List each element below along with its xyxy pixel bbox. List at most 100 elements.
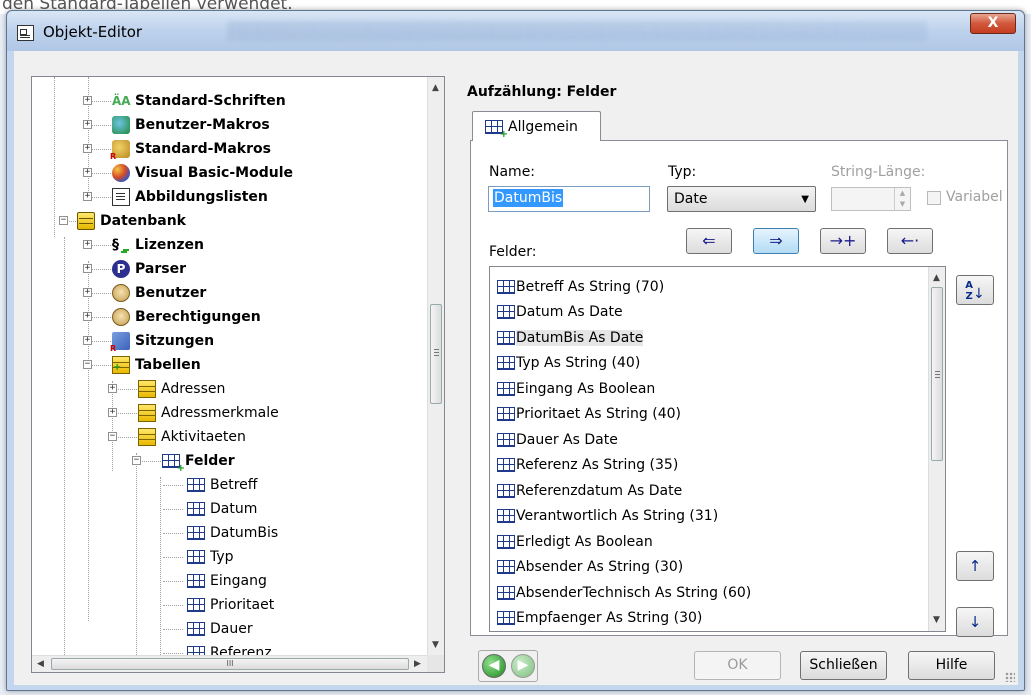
list-item[interactable]: Referenzdatum As Date xyxy=(497,479,682,502)
collapse-icon[interactable]: − xyxy=(108,432,117,441)
field-label: Absender As String (30) xyxy=(516,559,684,575)
list-item[interactable]: Prioritaet As String (40) xyxy=(497,403,681,426)
user-icon xyxy=(112,284,130,302)
tree-item[interactable]: ÄA Standard-Schriften xyxy=(112,89,286,113)
list-item[interactable]: Verantwortlich As String (31) xyxy=(497,505,718,528)
field-icon xyxy=(497,381,515,396)
close-button[interactable]: Schließen xyxy=(800,651,887,680)
expand-icon[interactable]: + xyxy=(108,384,117,393)
scroll-down-arrow-icon[interactable]: ▼ xyxy=(432,640,439,650)
list-item[interactable]: Referenz As String (35) xyxy=(497,454,678,477)
collapse-icon[interactable]: − xyxy=(59,216,68,225)
field-label: AbsenderTechnisch As String (60) xyxy=(516,584,752,601)
table-icon xyxy=(138,404,156,422)
tree-item[interactable]: Aktivitaeten xyxy=(138,425,246,449)
list-item[interactable]: AbsenderTechnisch As String (60) xyxy=(497,581,751,604)
move-down-button[interactable]: ↓ xyxy=(956,607,994,637)
expand-icon[interactable]: + xyxy=(83,336,92,345)
tree-item[interactable]: Adressen xyxy=(138,377,225,401)
tree-scroll-thumb[interactable] xyxy=(430,304,442,404)
tree-item[interactable]: Visual Basic-Module xyxy=(112,161,293,185)
expand-icon[interactable]: + xyxy=(83,312,92,321)
tree-item[interactable]: Datenbank xyxy=(77,209,186,233)
collapse-icon[interactable]: − xyxy=(83,360,92,369)
list-item[interactable]: Betreff As String (70) xyxy=(497,275,664,298)
field-icon xyxy=(187,598,205,612)
tree-item[interactable]: Berechtigungen xyxy=(112,305,261,329)
fields-list[interactable]: Betreff As String (70) Datum As Date Datum… xyxy=(489,266,946,632)
remove-field-button[interactable]: ⇐ xyxy=(686,228,732,254)
tree-item[interactable]: Sitzungen xyxy=(110,329,214,353)
tree-item[interactable]: Betreff xyxy=(187,473,257,497)
sort-az-button[interactable]: AZ ↓ xyxy=(956,275,994,305)
close-window-button[interactable]: X xyxy=(970,13,1016,34)
name-field-value: DatumBis xyxy=(493,189,564,207)
list-item[interactable]: Datum As Date xyxy=(497,301,623,324)
tree-hscroll-thumb[interactable]: III xyxy=(51,658,409,670)
ok-button[interactable]: OK xyxy=(694,651,781,680)
tree-item[interactable]: Prioritaet xyxy=(187,593,274,617)
expand-icon[interactable]: + xyxy=(83,96,92,105)
field-label: Verantwortlich As String (31) xyxy=(516,508,719,524)
tree-item[interactable]: Eingang xyxy=(187,569,267,593)
field-icon xyxy=(497,534,515,549)
back-arrow-icon[interactable]: ◀ xyxy=(482,654,506,678)
tree-item[interactable]: Typ xyxy=(187,545,234,569)
list-item[interactable]: Typ As String (40) xyxy=(497,352,640,375)
expand-icon[interactable]: + xyxy=(83,240,92,249)
type-select[interactable]: Date ▼ xyxy=(667,186,816,212)
list-item[interactable]: Absender As String (30) xyxy=(497,556,683,579)
tree-item-label: Benutzer-Makros xyxy=(135,117,270,133)
fields-vertical-scrollbar[interactable]: ▲ ▼ xyxy=(928,267,945,631)
title-bar[interactable]: Objekt-Editor X xyxy=(7,11,1024,51)
scroll-up-arrow-icon[interactable]: ▲ xyxy=(933,273,940,283)
list-item[interactable]: Empfaenger As String (30) xyxy=(497,607,702,630)
tree-horizontal-scrollbar[interactable]: ◀ III ▶ xyxy=(32,655,428,672)
list-item[interactable]: Erledigt As Boolean xyxy=(497,530,653,553)
tree-item[interactable]: § Lizenzen xyxy=(112,233,204,257)
expand-icon[interactable]: + xyxy=(83,120,92,129)
expand-icon[interactable]: + xyxy=(83,288,92,297)
license-icon: § xyxy=(112,236,130,254)
forward-arrow-icon[interactable]: ▶ xyxy=(511,654,535,678)
move-up-button[interactable]: ↑ xyxy=(956,551,994,581)
expand-icon[interactable]: + xyxy=(83,264,92,273)
field-icon xyxy=(187,478,205,492)
expand-icon[interactable]: + xyxy=(108,408,117,417)
tree-vertical-scrollbar[interactable]: ▲ ▼ xyxy=(427,77,444,656)
tree-item[interactable]: Datum xyxy=(187,497,257,521)
tree-item[interactable]: DatumBis xyxy=(187,521,278,545)
tree-item[interactable]: Tabellen xyxy=(112,353,201,377)
tree-item[interactable]: Felder xyxy=(162,449,235,474)
variabel-checkbox xyxy=(927,191,941,205)
expand-icon[interactable]: + xyxy=(83,192,92,201)
tab-allgemein[interactable]: Allgemein xyxy=(472,111,601,141)
tree-item[interactable]: Abbildungslisten xyxy=(112,185,268,209)
fields-scroll-thumb[interactable] xyxy=(931,287,943,461)
object-tree[interactable]: + ÄA Standard-Schriften + Benutzer-Makros + St… xyxy=(31,76,445,673)
list-item[interactable]: Eingang As Boolean xyxy=(497,377,655,400)
field-label: Referenz As String (35) xyxy=(516,457,679,473)
list-item[interactable]: DatumBis As Date xyxy=(497,326,644,349)
scroll-left-arrow-icon[interactable]: ◀ xyxy=(37,659,44,669)
add-all-fields-button[interactable]: →+ xyxy=(820,228,866,254)
scroll-down-arrow-icon[interactable]: ▼ xyxy=(933,615,940,625)
scroll-right-arrow-icon[interactable]: ▶ xyxy=(414,659,421,669)
expand-icon[interactable]: + xyxy=(83,144,92,153)
add-field-button[interactable]: ⇒ xyxy=(753,228,799,254)
collapse-icon[interactable]: − xyxy=(132,456,141,465)
panel-heading: Aufzählung: Felder xyxy=(467,84,617,100)
tree-item[interactable]: Benutzer xyxy=(112,281,206,305)
tree-item[interactable]: Adressmerkmale xyxy=(138,401,279,425)
scroll-up-arrow-icon[interactable]: ▲ xyxy=(432,83,439,93)
help-button[interactable]: Hilfe xyxy=(908,651,995,680)
tree-item[interactable]: P Parser xyxy=(112,257,186,281)
tree-item[interactable]: Benutzer-Makros xyxy=(112,113,270,137)
resize-grip-icon[interactable] xyxy=(1005,672,1015,682)
expand-icon[interactable]: + xyxy=(83,168,92,177)
name-field[interactable]: DatumBis xyxy=(488,186,650,212)
tree-item[interactable]: Standard-Makros xyxy=(110,137,271,161)
list-item[interactable]: Dauer As Date xyxy=(497,428,618,451)
tree-item[interactable]: Dauer xyxy=(187,617,253,641)
remove-all-fields-button[interactable]: ←· xyxy=(887,228,933,254)
